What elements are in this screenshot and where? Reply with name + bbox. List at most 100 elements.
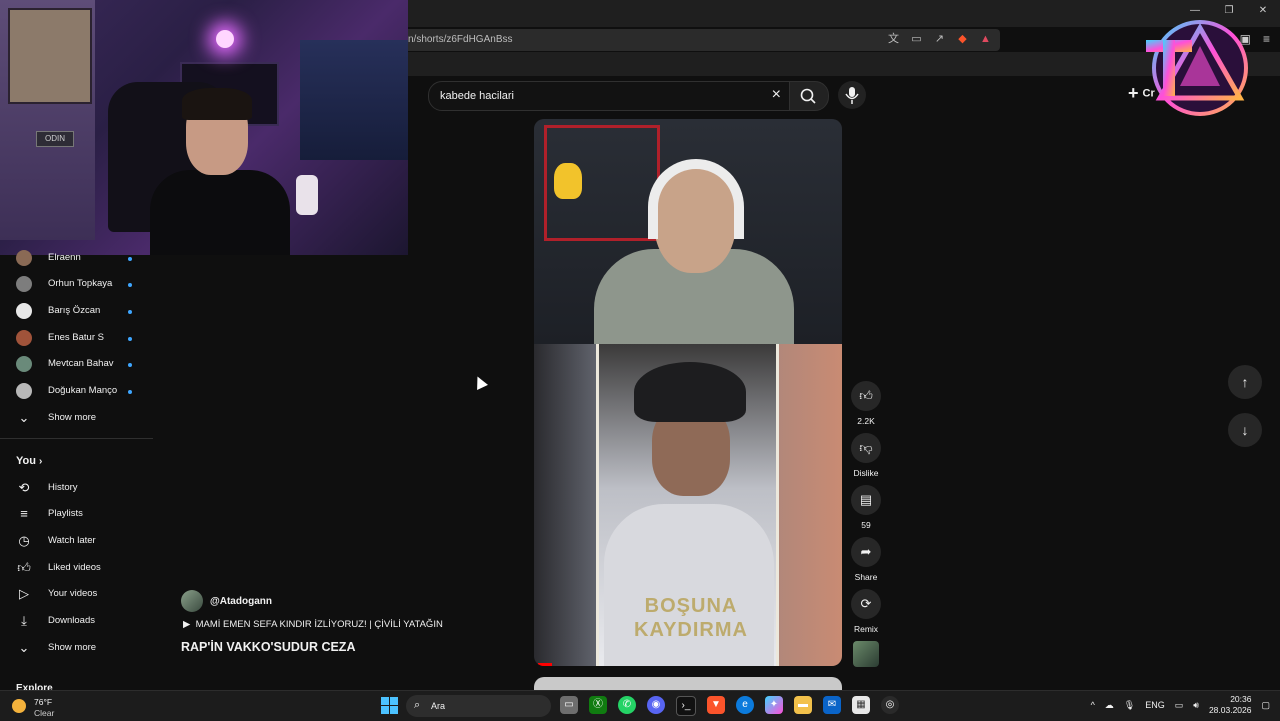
dislike-action[interactable]: 👎︎ Dislike [850, 433, 882, 478]
edge-icon[interactable]: e [736, 696, 754, 714]
share-icon[interactable]: ↗ [933, 33, 946, 46]
avatar [16, 276, 32, 292]
copilot-icon[interactable]: ✦ [765, 696, 783, 714]
sidebar-item-mevtcan-bahav[interactable]: Mevtcan Bahav [0, 351, 153, 377]
next-short-preview[interactable] [534, 677, 842, 691]
thumbs-up-icon[interactable]: 👍︎ [851, 381, 881, 411]
translate-icon[interactable]: 文 [887, 33, 900, 46]
sidebar-item-playlists[interactable]: ≡ Playlists [0, 501, 153, 527]
whatsapp-icon[interactable]: ✆ [618, 696, 636, 714]
video-pikachu-figure [554, 163, 582, 199]
previous-short-button[interactable]: ↑ [1228, 365, 1262, 399]
comments-action[interactable]: ▤ 59 [850, 485, 882, 530]
sidebar-item-orhun-topkaya[interactable]: Orhun Topkaya [0, 271, 153, 297]
show-more-label: Show more [48, 412, 97, 423]
sidebar-item-label: Playlists [48, 508, 83, 519]
xbox-icon[interactable]: Ⓧ [589, 696, 607, 714]
like-count: 2.2K [857, 416, 875, 426]
sidebar-item-label: Orhun Topkaya [48, 278, 113, 289]
comment-icon[interactable]: ▤ [851, 485, 881, 515]
discord-icon[interactable]: ◉ [647, 696, 665, 714]
brave-rewards-icon[interactable]: ▲ [979, 33, 992, 46]
webcam-person-hair [182, 88, 252, 120]
menu-icon[interactable]: ≡ [1263, 32, 1270, 46]
store-icon[interactable]: ▦ [852, 696, 870, 714]
share-arrow-icon[interactable]: ➦ [851, 537, 881, 567]
remix-label: Remix [853, 624, 879, 634]
sound-link[interactable]: ▶ MAMİ EMEN SEFA KINDIR İZLİYORUZ! | ÇİV… [183, 619, 443, 630]
show-more-you[interactable]: ⌄ Show more [0, 635, 153, 661]
next-short-button[interactable]: ↓ [1228, 413, 1262, 447]
sidebar-item-dogukan-manco[interactable]: Doğukan Manço [0, 378, 153, 404]
sidebar-item-downloads[interactable]: ⤓ Downloads [0, 608, 153, 634]
webcam-poster [8, 8, 92, 104]
play-square-icon: ▷ [19, 586, 29, 601]
voice-search-button[interactable] [838, 81, 866, 109]
download-icon: ⤓ [21, 613, 27, 628]
sidebar-item-history[interactable]: ⟲ History [0, 475, 153, 501]
network-icon[interactable]: ▭ [1175, 700, 1184, 711]
windows-start-icon[interactable] [381, 697, 398, 714]
clock-icon: ◷ [18, 533, 30, 548]
windows-taskbar: 76°F Clear ⌕ Ara ▭ Ⓧ ✆ ◉ ›_ ▼ e ✦ ▬ ✉ ▦ … [0, 690, 1280, 721]
like-action[interactable]: 👍︎ 2.2K [850, 381, 882, 426]
taskbar-search[interactable]: ⌕ Ara [406, 695, 551, 717]
shorts-video-player[interactable]: BOŞUNA KAYDIRMA [534, 119, 842, 666]
clear-search-icon[interactable]: × [772, 86, 781, 104]
sound-channel-thumbnail[interactable] [853, 641, 879, 667]
obs-icon[interactable]: ◎ [881, 696, 899, 714]
thumbs-down-icon[interactable]: 👎︎ [851, 433, 881, 463]
brave-shield-icon[interactable]: ◆ [956, 33, 969, 46]
onedrive-icon[interactable]: ☁ [1105, 700, 1114, 711]
url-text: n/shorts/z6FdHGAnBss [408, 34, 513, 45]
search-button[interactable] [789, 81, 829, 111]
share-action[interactable]: ➦ Share [850, 537, 882, 582]
sidebar-item-liked-videos[interactable]: 👍︎ Liked videos [0, 555, 153, 581]
volume-icon[interactable]: 🔊︎ [1193, 700, 1199, 711]
arrow-down-icon: ↓ [1241, 422, 1249, 438]
remix-icon[interactable]: ⟳ [851, 589, 881, 619]
video-progress-bar[interactable] [538, 663, 552, 666]
notifications-icon[interactable]: ▢ [1261, 700, 1270, 711]
you-header-label: You [16, 455, 36, 467]
cast-icon[interactable]: ▭ [910, 33, 923, 46]
language-indicator[interactable]: ENG [1145, 700, 1165, 710]
search-input[interactable]: kabede hacilari [440, 90, 514, 102]
history-icon: ⟲ [18, 480, 30, 495]
terminal-icon[interactable]: ›_ [676, 696, 696, 716]
clock[interactable]: 20:36 28.03.2026 [1209, 694, 1252, 716]
avatar [16, 330, 32, 346]
playlists-icon: ≡ [20, 506, 28, 521]
avatar [16, 303, 32, 319]
chevron-down-icon: ⌄ [18, 410, 30, 425]
task-view-icon[interactable]: ▭ [560, 696, 578, 714]
outlook-icon[interactable]: ✉ [823, 696, 841, 714]
sidebar-item-watch-later[interactable]: ◷ Watch later [0, 528, 153, 554]
restore-icon[interactable]: ❐ [1222, 5, 1236, 16]
streamer-logo [1146, 20, 1248, 116]
sidebar-item-baris-ozcan[interactable]: Barış Özcan [0, 298, 153, 324]
chevron-up-icon[interactable]: ^ [1091, 700, 1095, 710]
search-box[interactable]: kabede hacilari × [428, 81, 790, 111]
brave-browser-icon[interactable]: ▼ [707, 696, 725, 714]
sidebar-divider [0, 438, 153, 439]
show-more-subscriptions[interactable]: ⌄ Show more [0, 405, 153, 431]
address-bar[interactable]: n/shorts/z6FdHGAnBss 文 ▭ ↗ ◆ ▲ [400, 29, 1000, 51]
sidebar-item-your-videos[interactable]: ▷ Your videos [0, 581, 153, 607]
video-bottom-scene: BOŞUNA KAYDIRMA [534, 344, 842, 666]
sidebar-item-label: Elraenn [48, 252, 81, 263]
file-explorer-icon[interactable]: ▬ [794, 696, 812, 714]
channel-handle[interactable]: @Atadogann [210, 596, 272, 607]
sidebar-item-enes-batur[interactable]: Enes Batur S [0, 325, 153, 351]
channel-avatar[interactable] [181, 590, 203, 612]
new-content-dot [128, 363, 132, 367]
remix-action[interactable]: ⟳ Remix [850, 589, 882, 634]
system-tray: ^ ☁ 🎙︎ ENG ▭ 🔊︎ 20:36 28.03.2026 ▢ [1091, 694, 1270, 716]
sidebar-item-elraenn[interactable]: Elraenn [0, 245, 153, 271]
you-section-header[interactable]: You › [16, 455, 42, 467]
close-icon[interactable]: ✕ [1256, 5, 1270, 16]
minimize-icon[interactable]: — [1188, 5, 1202, 16]
microphone-icon [845, 87, 859, 104]
microphone-icon[interactable]: 🎙︎ [1124, 700, 1135, 711]
sidebar-item-label: Watch later [48, 535, 96, 546]
